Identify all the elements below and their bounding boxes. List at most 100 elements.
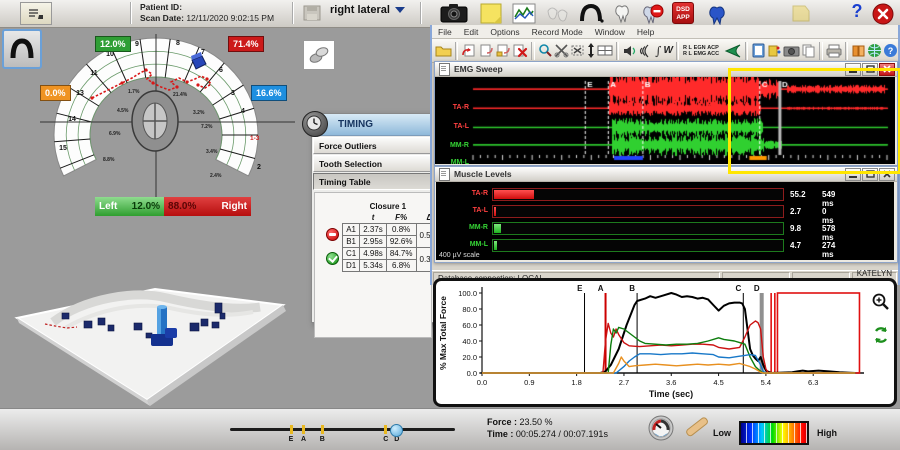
svg-text:C: C [736, 284, 742, 293]
muscle-levels-close-button[interactable] [879, 167, 895, 181]
muscle-levels-title: Muscle Levels [454, 169, 512, 179]
help-button[interactable]: ? [848, 1, 866, 23]
chevron-down-icon [394, 7, 405, 13]
report-button[interactable] [751, 41, 766, 60]
app-screen: Patient ID: Scan Date: 12/11/2020 9:02:1… [0, 0, 900, 450]
zoom-tool-button[interactable] [538, 41, 553, 60]
copy-button[interactable] [801, 41, 816, 60]
svg-text:6: 6 [219, 67, 223, 74]
timing-panel-header[interactable]: TIMING [302, 111, 434, 137]
color-gradient-bar [739, 421, 809, 445]
delete-record-button[interactable] [512, 41, 528, 60]
row-a1-t: 2.37s [359, 223, 387, 236]
patient-info: Patient ID: Scan Date: 12/11/2020 9:02:1… [140, 2, 274, 24]
sweep-channel-mm-l: MM-L [450, 159, 469, 166]
export-button[interactable] [478, 41, 494, 60]
timeline-handle[interactable] [389, 424, 403, 437]
amplitude-scale-button[interactable] [586, 41, 596, 60]
patient-list-button[interactable] [20, 2, 52, 25]
force-outliers-button[interactable]: Force Outliers [313, 137, 433, 154]
occlusal-arch-view[interactable]: 9 8 10 7 11 6 13 3 14 4 15 2 1-3 1.7% 21.4% 4.5% 3.2% 6.9… [40, 32, 296, 224]
print-button[interactable] [826, 41, 842, 60]
emg-menu-bar: File Edit Options Record Mode Window Hel… [432, 25, 898, 39]
emg-sweep-plot[interactable] [435, 77, 895, 164]
tooth-selection-button[interactable]: Tooth Selection [313, 155, 433, 172]
emg-sweep-minimize-button[interactable] [845, 62, 861, 76]
muscle-levels-window: Muscle Levels TA-R 55.2 549 ms TA-L 2.7 0 ms M… [434, 166, 898, 263]
emg-toolbar: ∫ W R LR L EGN EMG ACP ACC ? [432, 39, 898, 63]
muscle-label: TA-L [472, 207, 488, 214]
svg-text:D: D [754, 284, 760, 293]
menu-help[interactable]: Help [637, 27, 654, 37]
dsd-app-button[interactable]: DSD APP [672, 2, 694, 24]
manual-button[interactable] [851, 41, 866, 60]
sweep-channel-ta-r: TA-R [452, 104, 469, 111]
left-value: 12.0% [131, 201, 161, 212]
timing-table: Closure 1 t F% Δ A1 2.37s 0.8% 0.58s B1 … [323, 201, 444, 272]
filter-button[interactable]: ∫ [654, 41, 663, 60]
svg-text:7: 7 [201, 49, 205, 56]
egn-emg-mode-button[interactable]: EGN EMG [694, 41, 707, 60]
muscle-levels-restore-button[interactable] [862, 167, 878, 181]
chart-refresh-button[interactable] [872, 326, 890, 349]
view-selector-dropdown[interactable]: right lateral [330, 4, 405, 16]
quadrant-lower-right-pct: 16.6% [251, 85, 287, 101]
menu-record-mode[interactable]: Record Mode [532, 27, 583, 37]
save-record-button[interactable] [495, 41, 511, 60]
signal-button[interactable] [638, 41, 653, 60]
timing-table-button[interactable]: Timing Table [313, 173, 433, 190]
scan-date-label: Scan Date: [140, 13, 184, 23]
window-function-button[interactable]: W [664, 41, 673, 60]
menu-window[interactable]: Window [595, 27, 625, 37]
audio-button[interactable] [622, 41, 637, 60]
palette-button[interactable] [767, 41, 782, 60]
timeline-slider[interactable]: EA B CD [230, 424, 455, 443]
left-label: Left [99, 201, 118, 212]
low-label: Low [713, 428, 731, 438]
teeth-pair-icon [547, 7, 568, 22]
contacts-button[interactable] [303, 40, 335, 70]
force-vs-time-chart[interactable]: 0.0 20.0 40.0 60.0 80.0 100.0 0.0 0.9 1.8 2.7 3.6 4… [436, 281, 866, 402]
cut-selection-button[interactable] [554, 41, 569, 60]
gauge-button[interactable] [648, 415, 674, 446]
time-label: Time : [487, 429, 514, 439]
menu-edit[interactable]: Edit [464, 27, 479, 37]
channel-layout-button[interactable]: R LR L [682, 41, 692, 60]
menu-options[interactable]: Options [490, 27, 519, 37]
timeline-label-C: C [383, 436, 389, 443]
timeline-tick-A [302, 425, 306, 434]
svg-text:8.8%: 8.8% [103, 157, 115, 163]
articulating-paper-button[interactable] [682, 416, 708, 447]
import-button[interactable] [461, 41, 477, 60]
capture-button[interactable] [783, 41, 800, 60]
web-button[interactable] [867, 41, 882, 60]
force-3d-view[interactable] [5, 258, 295, 406]
muscle-levels-minimize-button[interactable] [845, 167, 861, 181]
emg-sweep-close-button[interactable] [879, 62, 895, 76]
open-folder-button[interactable] [435, 41, 452, 60]
save-button[interactable] [300, 3, 324, 23]
acp-acc-mode-button[interactable]: ACP ACC [707, 41, 719, 60]
high-label: High [817, 428, 837, 438]
tscan-link-button[interactable] [720, 41, 742, 60]
layout-grid-button[interactable] [597, 41, 613, 60]
deselect-button[interactable] [570, 41, 585, 60]
muscle-label: MM-L [469, 241, 488, 248]
ab-status-icon [326, 228, 339, 241]
col-f: F% [395, 213, 408, 222]
arch-mode-button[interactable] [2, 29, 42, 69]
menu-file[interactable]: File [438, 27, 452, 37]
document-icon [439, 167, 450, 181]
muscle-value: 2.7 [790, 207, 802, 216]
right-force-segment: 88.0% Right [164, 197, 251, 216]
chart-zoom-button[interactable] [872, 293, 890, 316]
force-value: 23.50 % [519, 417, 553, 427]
emg-help-button[interactable]: ? [883, 41, 898, 60]
row-a1-f: 0.8% [385, 223, 417, 236]
muscle-levels-titlebar[interactable]: Muscle Levels [435, 167, 897, 182]
svg-text:7.2%: 7.2% [201, 124, 213, 130]
emg-sweep-titlebar[interactable]: EMG Sweep [435, 62, 897, 77]
sweep-channel-mm-r: MM-R [449, 142, 469, 149]
articulating-paper-icon [686, 417, 708, 437]
emg-sweep-restore-button[interactable] [862, 62, 878, 76]
